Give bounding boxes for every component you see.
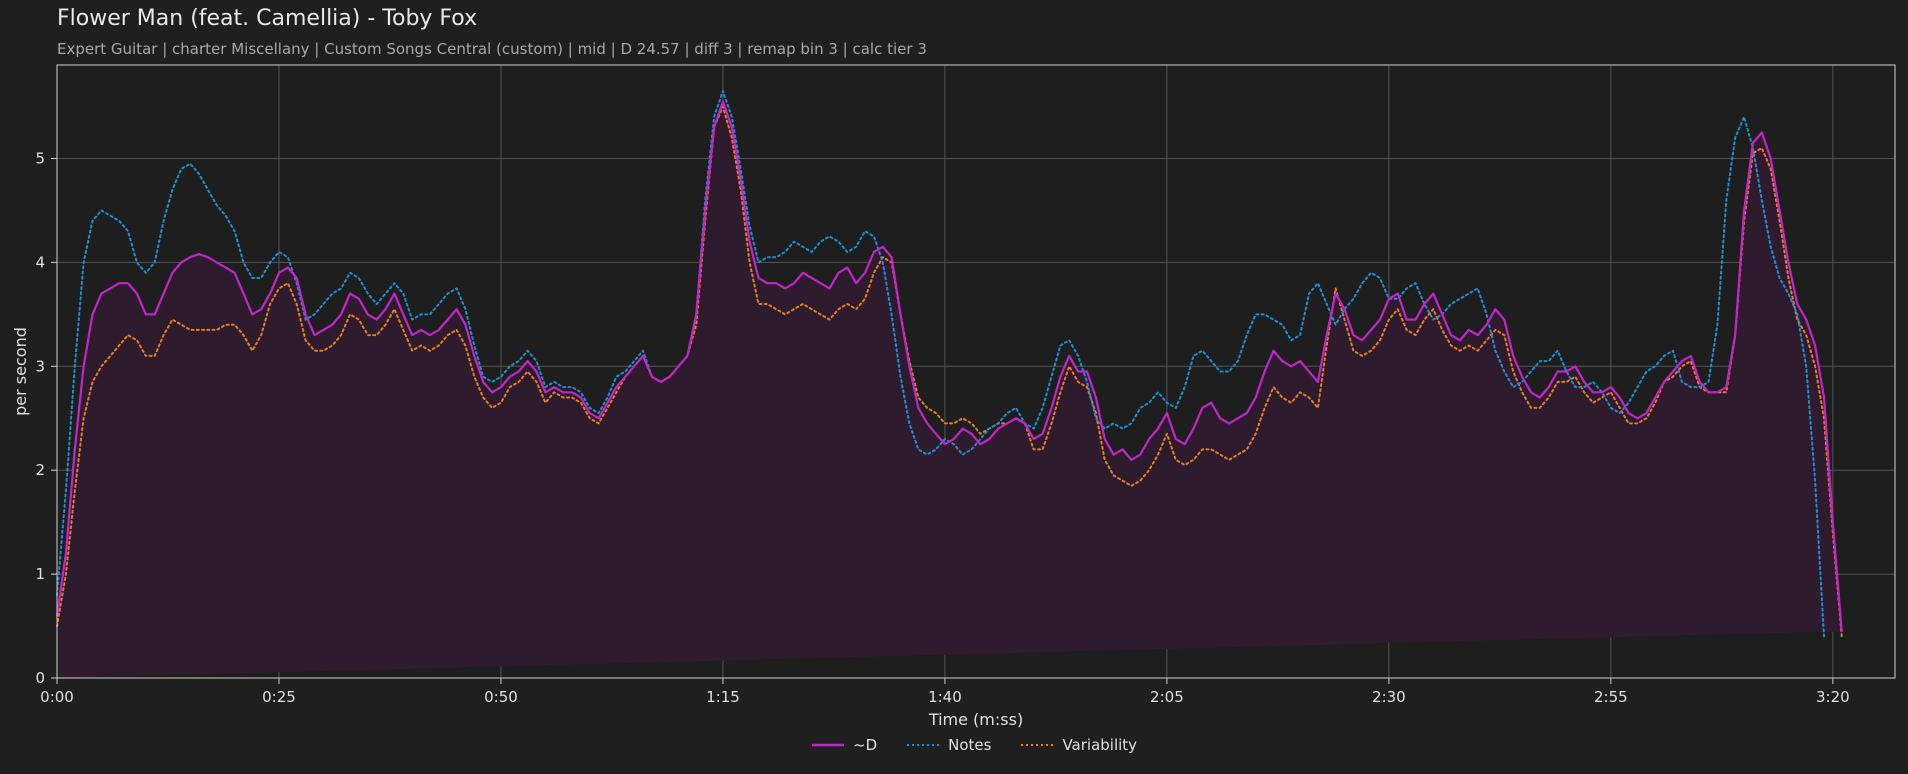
legend-item-notes: Notes — [907, 736, 991, 754]
legend-swatch-variability — [1021, 744, 1054, 746]
y-tick-label: 3 — [35, 357, 45, 375]
y-tick-label: 4 — [35, 253, 45, 271]
legend-item-variability: Variability — [1021, 736, 1137, 754]
x-tick-label: 0:00 — [40, 688, 74, 706]
legend-swatch-notes — [907, 744, 940, 746]
x-tick-label: 0:25 — [262, 688, 296, 706]
legend-label-variability: Variability — [1062, 736, 1138, 754]
y-tick-label: 2 — [35, 461, 45, 479]
x-tick-label: 2:55 — [1594, 688, 1628, 706]
y-axis-label: per second — [11, 327, 30, 416]
x-axis-label: Time (m:ss) — [928, 710, 1023, 729]
y-tick-label: 0 — [35, 669, 45, 687]
x-tick-label: 3:20 — [1816, 688, 1850, 706]
x-tick-label: 1:40 — [928, 688, 962, 706]
y-tick-label: 5 — [35, 150, 45, 168]
legend-swatch-d — [812, 743, 844, 747]
legend-label-d: ~D — [853, 736, 878, 754]
x-tick-label: 0:50 — [484, 688, 518, 706]
legend-item-d: ~D — [812, 736, 877, 754]
x-tick-label: 2:30 — [1372, 688, 1406, 706]
x-tick-label: 2:05 — [1150, 688, 1184, 706]
legend-label-notes: Notes — [948, 736, 992, 754]
chart-canvas: 0:00 0:25 0:50 1:15 1:40 2:05 2:30 2:55 3:20 0 1 2 3… — [11, 64, 1896, 729]
legend: ~D Notes Variability — [812, 736, 1167, 754]
y-tick-label: 1 — [35, 565, 45, 583]
x-tick-label: 1:15 — [706, 688, 740, 706]
